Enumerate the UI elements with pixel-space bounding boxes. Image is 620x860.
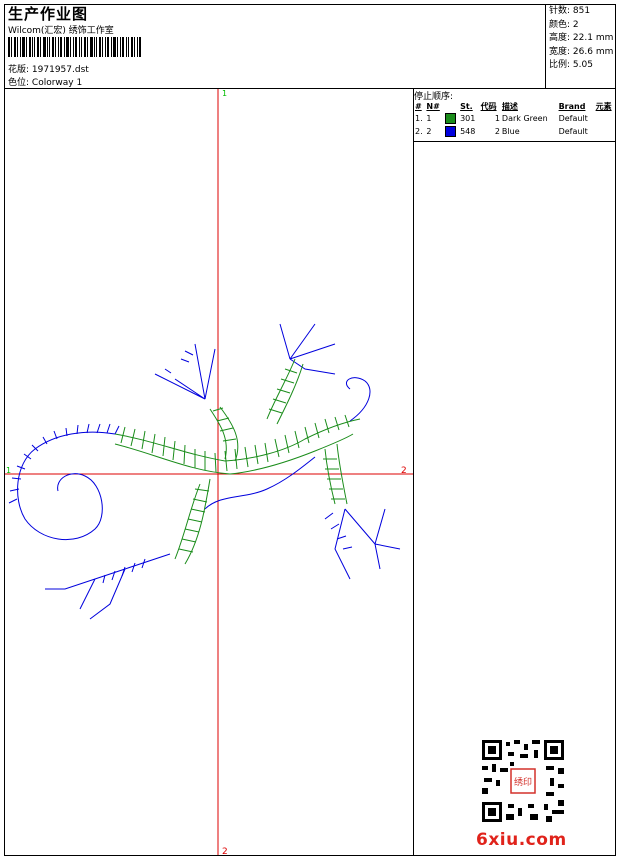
leg-ticks: [102, 350, 353, 584]
height-label: 高度:: [549, 33, 571, 43]
scale-label: 比例:: [549, 60, 571, 70]
row-brand: Default: [558, 127, 588, 136]
col-header-code: 代码: [480, 101, 497, 111]
stitch-count-value: 851: [572, 6, 591, 16]
table-row: 1. 1 301 1 Dark Green Default: [414, 112, 616, 125]
row-code: 2: [494, 127, 500, 136]
front-leg-right: [279, 323, 336, 375]
row-element: [595, 125, 616, 138]
axis-label-right: 2: [401, 466, 407, 476]
stop-sequence-table: # N# St. 代码 描述 Brand 元素 1. 1 301 1 Dark …: [414, 100, 616, 138]
design-scale: 比例: 5.05: [549, 59, 613, 73]
back-leg-right: [334, 508, 401, 580]
belly-outline: [204, 456, 316, 510]
colorway: 色位: Colorway 1: [8, 75, 82, 88]
row-needle: 1: [426, 114, 432, 123]
axis-label-bottom: 2: [222, 847, 228, 855]
torso-fill: [174, 478, 211, 565]
row-stitches: 548: [460, 127, 476, 136]
barcode: [8, 37, 141, 57]
row-swatch: [444, 112, 459, 125]
back-outline: [345, 377, 371, 422]
col-header-index: #: [415, 101, 422, 111]
lizard-green-fill: [114, 358, 361, 565]
stitch-count: 针数: 851: [549, 5, 613, 19]
col-header-description: 描述: [501, 101, 518, 111]
page-title: 生产作业图: [8, 5, 89, 23]
tail-spiral: [17, 431, 116, 541]
design-value: 1971957.dst: [31, 65, 89, 75]
row-index: 1.: [415, 114, 423, 123]
row-swatch: [444, 125, 459, 138]
table-row: 2. 2 548 2 Blue Default: [414, 125, 616, 138]
col-header-stitches: St.: [460, 101, 473, 111]
row-stitches: 301: [460, 114, 476, 123]
back-leg-left: [45, 553, 171, 620]
design-label: 花版:: [8, 65, 30, 75]
col-header-needle: N#: [426, 101, 440, 111]
row-code: 1: [494, 114, 500, 123]
width-label: 宽度:: [549, 46, 571, 57]
colorway-value: Colorway 1: [31, 78, 83, 88]
color-count-value: 2: [572, 19, 579, 30]
design-stats: 针数: 851 颜色: 2 高度: 22.1 mm 宽度: 26.6 mm 比例…: [549, 5, 613, 73]
scale-value: 5.05: [572, 60, 593, 70]
colorway-label: 色位:: [8, 78, 30, 88]
row-index: 2.: [415, 127, 423, 136]
row-description: Dark Green: [501, 114, 548, 123]
body-fill: [114, 433, 354, 475]
height-value: 22.1 mm: [572, 33, 614, 43]
design-name: 花版: 1971957.dst: [8, 62, 89, 75]
row-description: Blue: [501, 127, 520, 136]
sequence-divider: [413, 141, 616, 142]
axis-label-top: 1: [222, 89, 227, 98]
color-count-label: 颜色:: [549, 19, 571, 30]
table-header-row: # N# St. 代码 描述 Brand 元素: [414, 100, 616, 112]
col-header-swatch: [444, 100, 459, 112]
color-swatch: [444, 113, 456, 124]
row-needle: 2: [426, 127, 432, 136]
row-brand: Default: [558, 114, 588, 123]
qr-stamp-text: 绣印: [514, 776, 532, 788]
front-leg-left: [154, 343, 216, 400]
design-width: 宽度: 26.6 mm: [549, 46, 613, 60]
color-swatch: [444, 126, 456, 137]
embroidery-preview: 1 2 1 2: [5, 89, 413, 855]
row-element: [595, 112, 616, 125]
stats-divider: [545, 4, 546, 88]
qr-code: 绣印: [480, 738, 566, 824]
panel-divider: [413, 88, 414, 856]
axis-label-left: 1: [6, 466, 11, 475]
stitch-count-label: 针数:: [549, 6, 571, 16]
col-header-element: 元素: [595, 101, 612, 111]
design-height: 高度: 22.1 mm: [549, 32, 613, 46]
col-header-brand: Brand: [558, 101, 586, 111]
company-name: Wilcom(汇宏) 绣饰工作室: [8, 26, 114, 36]
neck-fill: [209, 406, 239, 462]
color-count: 颜色: 2: [549, 19, 613, 33]
watermark-text: 6xiu.com: [476, 830, 567, 850]
width-value: 26.6 mm: [572, 46, 614, 57]
